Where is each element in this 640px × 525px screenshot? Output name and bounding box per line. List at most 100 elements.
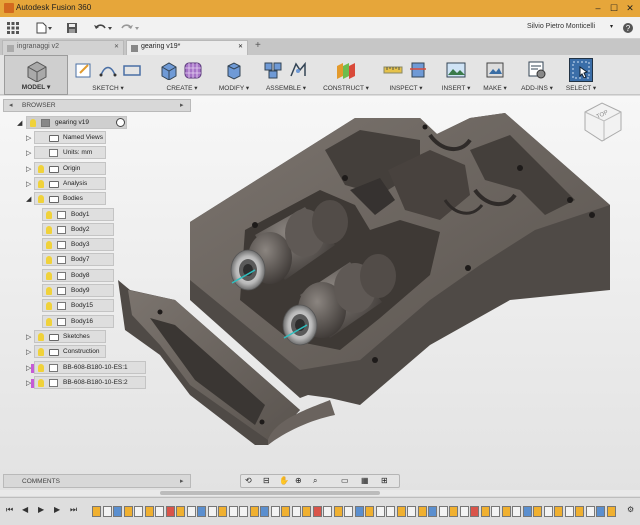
inspect-group[interactable]: INSPECT ▾ [380,55,432,95]
section-analysis-icon[interactable] [408,60,428,80]
timeline-feature-icon[interactable] [333,506,343,517]
add-ins-group[interactable]: ADD-INS ▾ [516,55,558,95]
visibility-bulb-icon[interactable] [46,287,52,295]
save-icon[interactable] [66,22,78,34]
tree-item[interactable]: Units: mm [34,146,106,160]
new-component-icon[interactable] [263,60,283,80]
timeline-feature-icon[interactable] [207,506,217,517]
offset-plane-icon[interactable] [335,60,357,80]
tree-item[interactable]: Body16 [42,314,114,328]
timeline-feature-icon[interactable] [123,506,133,517]
file-menu-icon[interactable] [36,22,52,34]
undo-icon[interactable] [93,22,113,34]
tree-item[interactable]: Construction [34,345,106,359]
visibility-bulb-icon[interactable] [38,363,44,372]
timeline-feature-icon[interactable] [512,506,521,517]
line-icon[interactable] [98,61,118,79]
measure-icon[interactable] [383,61,403,79]
timeline-feature-icon[interactable] [134,506,143,517]
step-back-icon[interactable]: ◀ [22,505,28,514]
create-menu[interactable]: CREATE ▾ [156,84,208,92]
timeline-feature-icon[interactable] [281,506,290,517]
play-icon[interactable]: ▶ [38,505,44,514]
visibility-bulb-icon[interactable] [46,302,52,311]
timeline-feature-icon[interactable] [596,506,605,517]
expand-arrow-icon[interactable]: ▷ [26,180,31,188]
timeline-feature-icon[interactable] [302,506,311,517]
timeline-feature-icon[interactable] [449,506,458,517]
create-sketch-icon[interactable] [74,61,94,79]
timeline-settings-icon[interactable]: ⚙ [627,505,634,514]
visibility-bulb-icon[interactable] [38,179,44,188]
timeline-feature-icon[interactable] [344,506,353,517]
timeline-feature-icon[interactable] [239,506,248,517]
timeline-feature-icon[interactable] [386,506,395,517]
timeline-feature-icon[interactable] [197,506,206,517]
timeline-feature-icon[interactable] [543,506,553,517]
create-group[interactable]: CREATE ▾ [156,55,208,95]
visibility-bulb-icon[interactable] [46,241,52,250]
timeline-feature-icon[interactable] [291,506,301,517]
go-to-end-icon[interactable]: ⏭ [70,505,77,515]
visibility-bulb-icon[interactable] [46,317,52,326]
expand-arrow-icon[interactable]: ▷ [26,348,31,356]
activate-component-icon[interactable] [116,118,125,127]
tab-ingranaggi[interactable]: ingranaggi v2 ✕ [2,40,124,55]
select-tool-highlight[interactable] [569,58,593,82]
data-panel-grid-icon[interactable] [7,22,19,34]
visibility-bulb-icon[interactable] [46,210,52,219]
timeline-feature-icon[interactable] [113,506,122,517]
3d-print-icon[interactable] [485,60,505,80]
visibility-bulb-icon[interactable] [46,225,52,234]
timeline-feature-icon[interactable] [480,506,490,517]
expand-arrow-icon[interactable]: ▷ [26,165,31,173]
sketch-group[interactable]: SKETCH ▾ [72,55,144,95]
look-at-icon[interactable]: ⊟ [263,476,270,485]
view-cube[interactable]: TOP [581,100,625,144]
timeline-feature-icon[interactable] [165,506,175,517]
maximize-button[interactable]: ☐ [606,2,622,14]
scrollbar-thumb[interactable] [160,491,380,495]
select-group[interactable]: SELECT ▾ [564,55,598,95]
pin-icon[interactable]: ▸ [180,101,184,109]
visibility-bulb-icon[interactable] [46,271,52,280]
timeline-feature-icon[interactable] [522,506,532,517]
timeline-feature-icon[interactable] [564,506,574,517]
insert-image-icon[interactable] [446,60,466,80]
tree-item[interactable]: Body9 [42,284,114,297]
close-tab-icon[interactable]: ✕ [238,43,243,50]
visibility-bulb-icon[interactable] [38,195,44,204]
timeline-feature-icon[interactable] [92,506,101,517]
timeline-track[interactable] [92,498,627,525]
grid-settings-icon[interactable]: ▦ [361,476,369,485]
select-menu[interactable]: SELECT ▾ [564,84,598,92]
timeline-feature-icon[interactable] [155,506,164,517]
timeline-feature-icon[interactable] [585,506,595,517]
timeline-feature-icon[interactable] [323,506,332,517]
tree-item[interactable]: Body8 [42,268,114,282]
tree-item[interactable]: Named Views [34,131,106,144]
display-settings-icon[interactable]: ▭ [341,476,349,485]
tree-item[interactable]: BB-608-B180-10-ES:2 [31,375,146,389]
timeline-feature-icon[interactable] [459,506,469,517]
timeline-feature-icon[interactable] [396,506,406,517]
tree-item[interactable]: Sketches [34,329,106,343]
timeline-feature-icon[interactable] [270,506,280,517]
timeline-feature-icon[interactable] [375,506,385,517]
tree-item[interactable]: Bodies [34,192,106,206]
tree-item[interactable]: Origin [34,161,106,175]
help-icon[interactable]: ? [622,22,634,34]
timeline-feature-icon[interactable] [491,506,500,517]
bearing-1[interactable] [230,249,266,291]
timeline-feature-icon[interactable] [575,506,584,517]
tree-item[interactable]: Body7 [42,253,114,267]
construct-menu[interactable]: CONSTRUCT ▾ [320,84,372,92]
workspace-switcher[interactable]: MODEL ▾ [4,55,68,95]
orbit-icon[interactable]: ⟲ [245,476,252,485]
timeline-feature-icon[interactable] [260,506,269,517]
tree-item[interactable]: Body15 [42,299,114,313]
rectangle-icon[interactable] [122,61,142,79]
timeline-feature-icon[interactable] [365,506,374,517]
timeline-feature-icon[interactable] [176,506,185,517]
comments-expand-icon[interactable]: ▸ [180,477,184,485]
